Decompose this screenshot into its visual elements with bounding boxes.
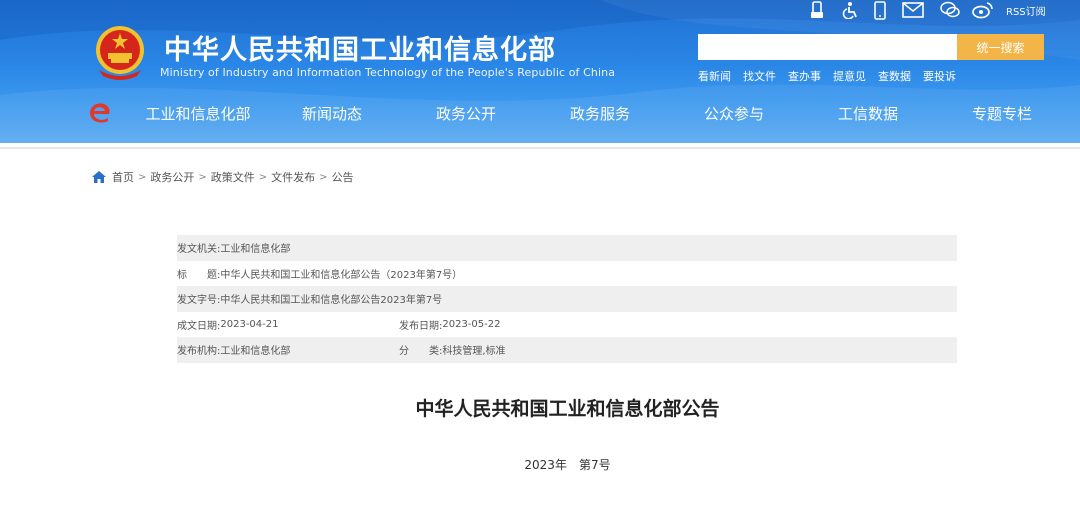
nav-item-gov-services[interactable]: 政务服务	[537, 103, 663, 125]
breadcrumb-gov-affairs[interactable]: 政务公开	[150, 169, 194, 185]
meta-value-doc-number: 中华人民共和国工业和信息化部公告2023年第7号	[220, 295, 443, 307]
home-icon[interactable]	[92, 171, 106, 183]
quick-link-feedback[interactable]: 提意见	[833, 68, 866, 83]
breadcrumb-doc-release[interactable]: 文件发布	[271, 169, 315, 185]
header-divider	[0, 147, 1080, 149]
meta-value-issuer: 工业和信息化部	[220, 244, 291, 256]
document-number: 2023年 第7号	[524, 458, 611, 472]
rss-label[interactable]: RSS订阅	[1006, 3, 1046, 18]
quick-link-files[interactable]: 找文件	[743, 68, 776, 83]
meta-label: 发布日期:	[399, 320, 443, 332]
breadcrumb-separator: >	[138, 171, 147, 183]
nav-item-participation[interactable]: 公众参与	[671, 103, 797, 125]
quick-link-data[interactable]: 查数据	[878, 68, 911, 83]
breadcrumb-separator: >	[258, 171, 268, 183]
accessibility-icon[interactable]	[842, 0, 860, 20]
site-header: 中华人民共和国工业和信息化部 Ministry of Industry and …	[0, 0, 1080, 143]
breadcrumb-separator: >	[319, 171, 328, 183]
nav-item-data[interactable]: 工信数据	[805, 103, 931, 125]
nav-item-gov-affairs[interactable]: 政务公开	[403, 103, 529, 125]
meta-label: 发文字号:	[177, 295, 221, 307]
document-title: 中华人民共和国工业和信息化部公告	[415, 398, 720, 420]
site-subtitle-en: Ministry of Industry and Information Tec…	[160, 66, 616, 79]
meta-value-published: 2023-05-22	[442, 318, 501, 330]
breadcrumb-separator: >	[198, 171, 207, 183]
meta-value-org: 工业和信息化部	[220, 346, 291, 358]
quick-link-complaint[interactable]: 要投诉	[923, 68, 956, 83]
document-meta-table: 发文机关: 工业和信息化部 标 题: 中华人民共和国工业和信息化部公告（2023…	[177, 235, 957, 363]
meta-row-title: 标 题: 中华人民共和国工业和信息化部公告（2023年第7号）	[177, 261, 957, 287]
meta-row-org-category: 发布机构: 工业和信息化部 分 类: 科技管理,标准	[177, 337, 957, 363]
breadcrumb: 首页 > 政务公开 > 政策文件 > 文件发布 > 公告	[92, 169, 354, 185]
quick-link-services[interactable]: 查办事	[788, 68, 821, 83]
rss-link[interactable]: RSS订阅	[1004, 0, 1046, 20]
meta-value-title: 中华人民共和国工业和信息化部公告（2023年第7号）	[220, 269, 463, 281]
main-nav: 工业和信息化部 新闻动态 政务公开 政务服务 公众参与 工信数据 专题专栏	[135, 103, 1065, 125]
meta-label: 标 题:	[177, 269, 221, 281]
weibo-icon[interactable]	[972, 0, 994, 20]
meta-row-dates: 成文日期: 2023-04-21 发布日期: 2023-05-22	[177, 312, 957, 338]
breadcrumb-notice[interactable]: 公告	[332, 169, 354, 185]
quick-links: 看新闻 找文件 查办事 提意见 查数据 要投诉	[698, 68, 956, 83]
breadcrumb-policy-docs[interactable]: 政策文件	[211, 169, 255, 185]
search-button[interactable]: 统一搜索	[957, 34, 1044, 60]
meta-label: 发文机关:	[177, 244, 221, 256]
meta-value-created: 2023-04-21	[220, 318, 279, 330]
mail-icon[interactable]	[902, 0, 924, 20]
e-government-logo-icon[interactable]	[89, 101, 113, 125]
mobile-icon[interactable]	[810, 0, 824, 20]
meta-label: 发布机构:	[177, 346, 221, 358]
site-title[interactable]: 中华人民共和国工业和信息化部	[164, 28, 556, 66]
wechat-icon[interactable]	[940, 0, 960, 20]
search-input[interactable]	[698, 34, 957, 60]
national-emblem-icon	[96, 26, 144, 80]
top-utility-bar: RSS订阅	[808, 0, 1058, 20]
meta-value-category: 科技管理,标准	[442, 346, 506, 358]
nav-item-miit[interactable]: 工业和信息化部	[135, 103, 261, 125]
nav-item-news[interactable]: 新闻动态	[269, 103, 395, 125]
meta-label: 成文日期:	[177, 320, 221, 332]
meta-label: 分 类:	[399, 346, 443, 358]
meta-row-issuer: 发文机关: 工业和信息化部	[177, 235, 957, 261]
phone-icon[interactable]	[873, 0, 887, 20]
nav-item-topics[interactable]: 专题专栏	[939, 103, 1065, 125]
meta-row-doc-number: 发文字号: 中华人民共和国工业和信息化部公告2023年第7号	[177, 286, 957, 312]
quick-link-news[interactable]: 看新闻	[698, 68, 731, 83]
breadcrumb-home[interactable]: 首页	[112, 169, 134, 185]
